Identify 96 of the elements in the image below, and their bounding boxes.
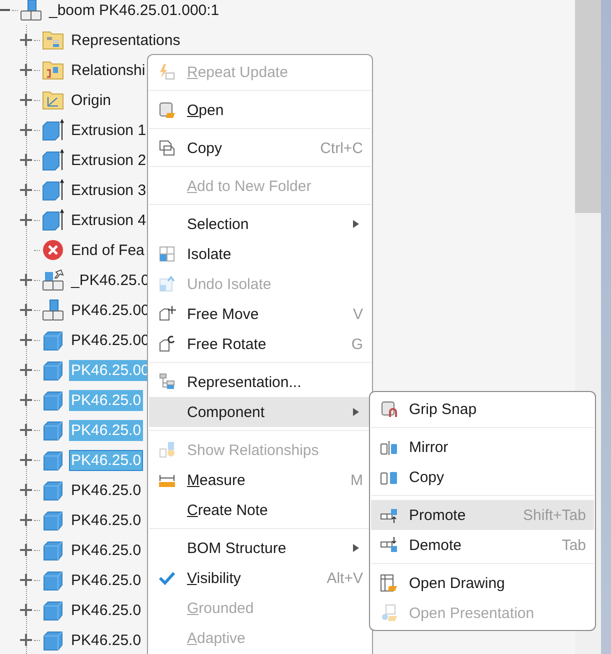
expand-icon[interactable] [20,424,32,436]
menu-item[interactable]: Isolate [149,239,371,269]
part-icon [42,599,64,621]
menu-item[interactable]: Mirror [371,432,594,462]
expand-icon[interactable] [20,634,32,646]
lightning-icon [158,63,176,81]
tree-item-label[interactable]: PK46.25.0 [69,600,144,620]
menu-item[interactable]: Selection [149,209,371,239]
expand-icon[interactable] [20,154,32,166]
part-icon [42,629,64,651]
tree-icon [158,373,176,391]
magnet-icon [380,400,398,418]
tree-item-label[interactable]: PK46.25.00 [69,330,152,350]
part-icon [42,509,64,531]
expand-icon[interactable] [20,484,32,496]
folder-icon [42,59,64,81]
menu-item[interactable]: Promote Shift+Tab [371,500,594,530]
folder-icon [42,89,64,111]
relationships-icon [158,441,176,459]
tree-item-label[interactable]: Extrusion 1 [69,120,148,140]
expand-icon[interactable] [20,604,32,616]
presentation-icon [380,604,398,622]
tree-item-label[interactable]: Origin [69,90,114,110]
tree-item-label[interactable]: _boom PK46.25.01.000:1 [47,0,222,20]
tree-item-label[interactable]: PK46.25.0 [69,510,144,530]
menu-item[interactable]: Open [149,95,371,125]
demote-icon [380,536,398,554]
submenu-arrow-icon [353,544,359,552]
promote-icon [380,506,398,524]
part-icon [42,419,64,441]
extrusion-icon [42,209,64,231]
menu-item[interactable]: Free Move V [149,299,371,329]
tree-item-label[interactable]: PK46.25.00 [69,300,152,320]
tree-item-label[interactable]: PK46.25.0 [69,540,144,560]
tree-item-label[interactable]: Extrusion 4 [69,210,148,230]
expand-icon[interactable] [20,274,32,286]
menu-item[interactable]: Grip Snap [371,394,594,424]
scrollbar-thumb[interactable] [575,0,601,213]
part-icon [42,329,64,351]
copy-icon [158,139,176,157]
undo-isolate-icon [158,275,176,293]
mirror-icon [380,438,398,456]
error-icon [42,239,64,261]
expand-icon[interactable] [20,64,32,76]
rotate-icon [158,335,176,353]
expand-icon[interactable] [20,334,32,346]
expand-icon[interactable] [20,94,32,106]
part-icon [42,389,64,411]
expand-icon[interactable] [20,214,32,226]
menu-item[interactable]: Copy Ctrl+C [149,133,371,163]
tree-item-label[interactable]: End of Fea [69,240,146,260]
extrusion-icon [42,179,64,201]
expand-icon[interactable] [20,304,32,316]
expand-icon[interactable] [20,544,32,556]
menu-item[interactable]: Copy [371,462,594,492]
tree-item-label[interactable]: Representations [69,30,182,50]
pinned-assembly-icon [42,269,64,291]
expand-icon[interactable] [20,184,32,196]
menu-item[interactable]: Visibility Alt+V [149,563,371,593]
menu-item[interactable]: Measure M [149,465,371,495]
move-icon [158,305,176,323]
part-icon [42,539,64,561]
expand-icon[interactable] [20,514,32,526]
menu-item[interactable]: Free Rotate G [149,329,371,359]
assembly-icon [42,299,64,321]
open-folder-icon [158,101,176,119]
menu-item[interactable]: Representation... [149,367,371,397]
extrusion-icon [42,149,64,171]
tree-item-label[interactable]: PK46.25.0 [69,570,144,590]
expand-icon[interactable] [20,574,32,586]
tree-item-label[interactable]: _PK46.25.0 [69,270,152,290]
submenu-arrow-icon [353,408,359,416]
folder-icon [42,29,64,51]
tree-item-label[interactable]: Extrusion 3 [69,180,148,200]
expand-icon[interactable] [20,364,32,376]
menu-item[interactable]: BOM Structure [149,533,371,563]
tree-item-label[interactable]: PK46.25.0 [69,630,144,650]
menu-item[interactable]: Create Note [149,495,371,525]
menu-item[interactable]: Component [149,397,371,427]
expand-icon[interactable] [20,454,32,466]
part-icon [42,479,64,501]
part-icon [42,449,64,471]
tree-item-label[interactable]: Relationshi [69,60,148,80]
expand-icon[interactable] [20,34,32,46]
menu-item[interactable]: Open Drawing [371,568,594,598]
isolate-icon [158,245,176,263]
tree-item-label[interactable]: Extrusion 2 [69,150,148,170]
expand-icon[interactable] [20,394,32,406]
part-icon [42,359,64,381]
submenu-arrow-icon [353,220,359,228]
menu-item[interactable]: Demote Tab [371,530,594,560]
extrusion-icon [42,119,64,141]
expand-icon[interactable] [20,124,32,136]
tree-item-label[interactable]: PK46.25.0 [69,480,144,500]
part-icon [42,569,64,591]
drawing-icon [380,574,398,592]
